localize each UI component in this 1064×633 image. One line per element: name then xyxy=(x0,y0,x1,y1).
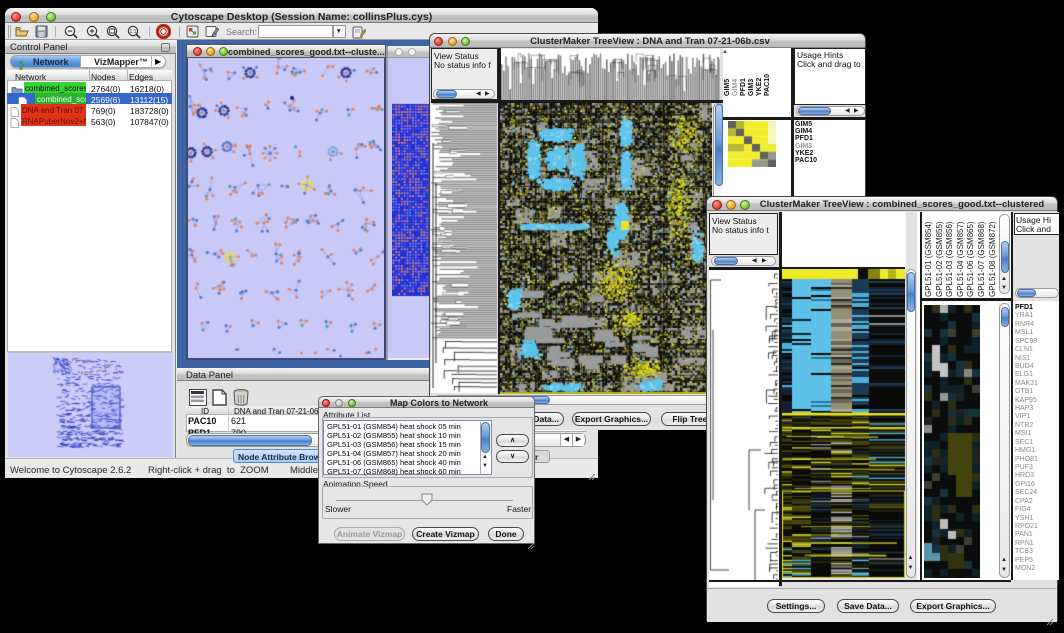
svg-text:1:1: 1:1 xyxy=(130,29,137,35)
